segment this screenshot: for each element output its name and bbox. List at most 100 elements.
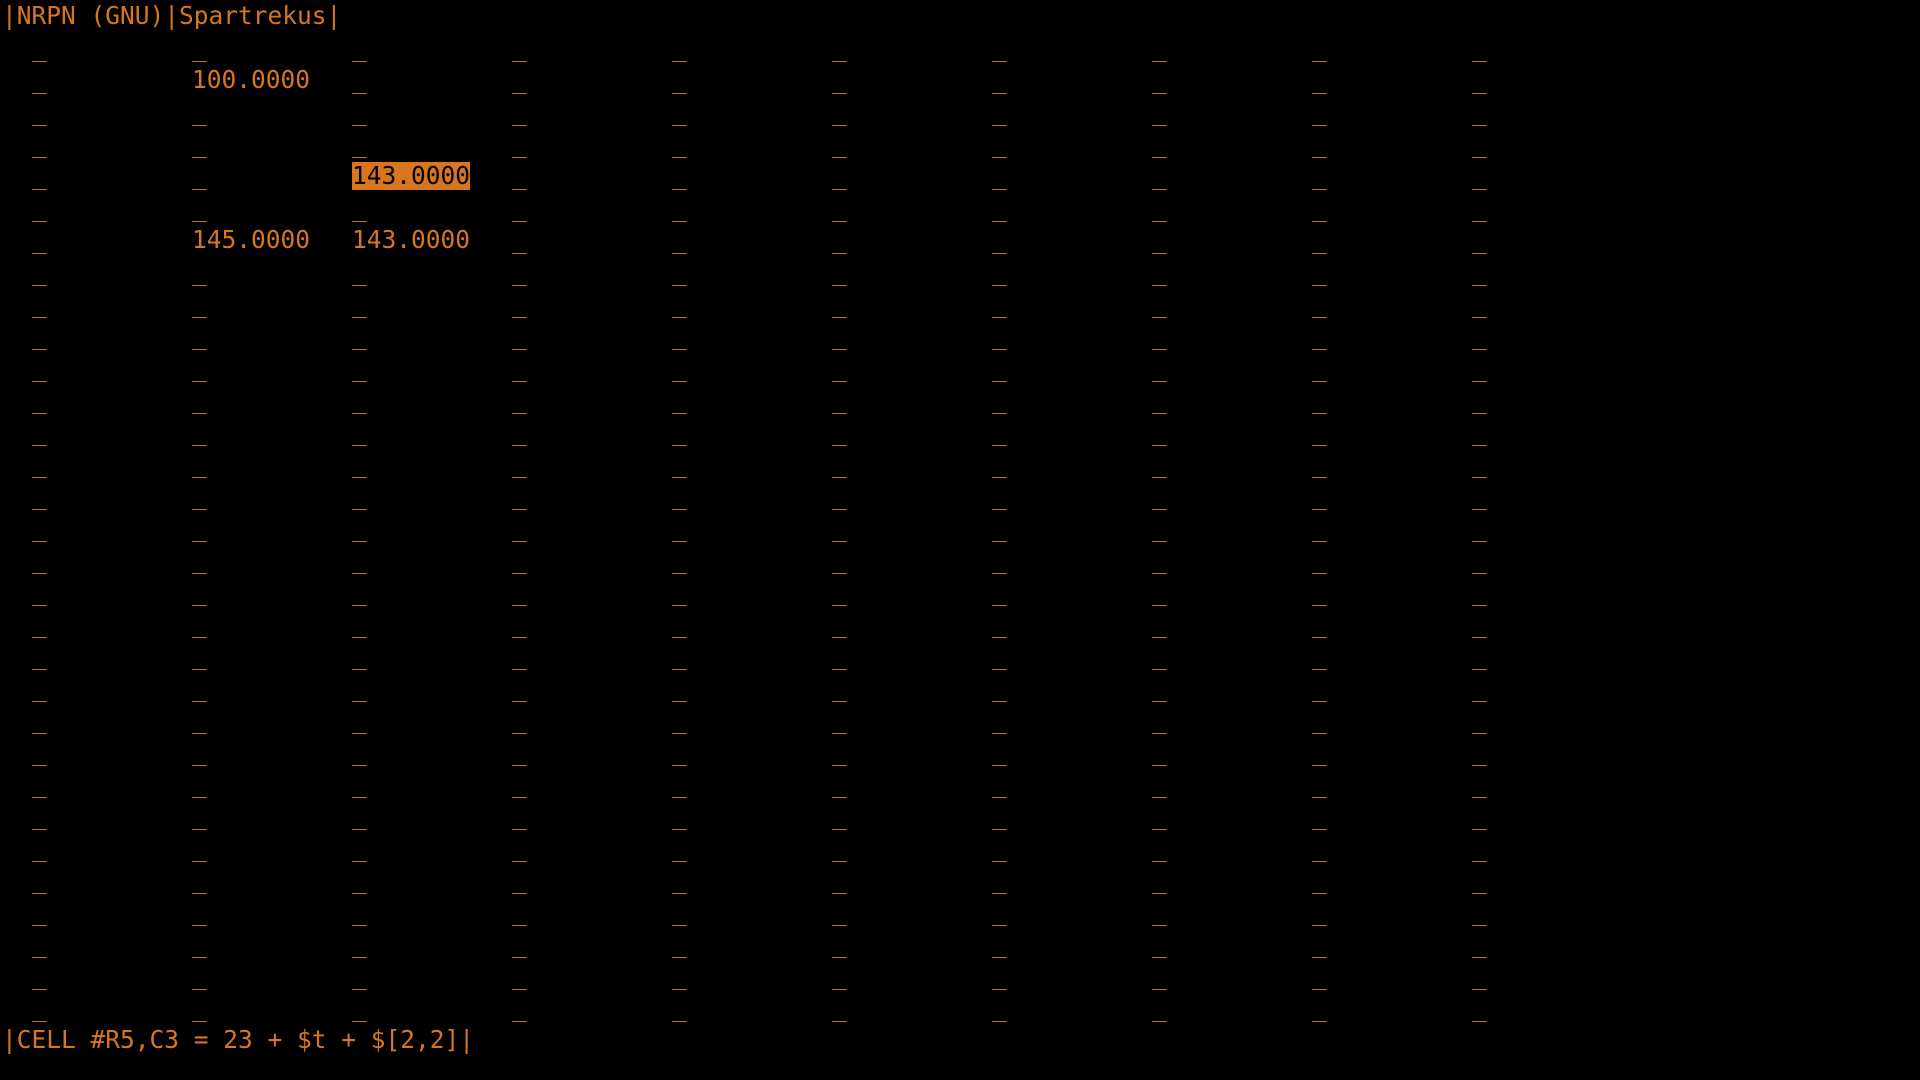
empty-cell[interactable]: _: [352, 736, 368, 768]
empty-cell[interactable]: _: [832, 768, 848, 800]
empty-cell[interactable]: _: [1152, 64, 1168, 96]
empty-cell[interactable]: _: [672, 928, 688, 960]
empty-cell[interactable]: _: [1152, 928, 1168, 960]
empty-cell[interactable]: _: [1312, 128, 1328, 160]
empty-cell[interactable]: _: [992, 32, 1008, 64]
empty-cell[interactable]: _: [832, 448, 848, 480]
empty-cell[interactable]: _: [512, 448, 528, 480]
empty-cell[interactable]: _: [832, 800, 848, 832]
sheet-cell-value[interactable]: 100.0000: [192, 66, 310, 94]
empty-cell[interactable]: _: [832, 224, 848, 256]
empty-cell[interactable]: _: [32, 896, 48, 928]
empty-cell[interactable]: _: [992, 416, 1008, 448]
empty-cell[interactable]: _: [832, 576, 848, 608]
empty-cell[interactable]: _: [352, 640, 368, 672]
empty-cell[interactable]: _: [32, 288, 48, 320]
empty-cell[interactable]: _: [1152, 544, 1168, 576]
empty-cell[interactable]: _: [32, 448, 48, 480]
empty-cell[interactable]: _: [832, 704, 848, 736]
empty-cell[interactable]: _: [192, 448, 208, 480]
empty-cell[interactable]: _: [1472, 512, 1488, 544]
empty-cell[interactable]: _: [352, 352, 368, 384]
empty-cell[interactable]: _: [1312, 192, 1328, 224]
empty-cell[interactable]: _: [1152, 960, 1168, 992]
empty-cell[interactable]: _: [1152, 576, 1168, 608]
empty-cell[interactable]: _: [672, 992, 688, 1024]
empty-cell[interactable]: _: [192, 960, 208, 992]
empty-cell[interactable]: _: [192, 928, 208, 960]
empty-cell[interactable]: _: [832, 960, 848, 992]
empty-cell[interactable]: _: [352, 608, 368, 640]
empty-cell[interactable]: _: [512, 384, 528, 416]
empty-cell[interactable]: _: [1152, 704, 1168, 736]
empty-cell[interactable]: _: [352, 288, 368, 320]
empty-cell[interactable]: _: [192, 96, 208, 128]
empty-cell[interactable]: _: [192, 384, 208, 416]
empty-cell[interactable]: _: [512, 800, 528, 832]
empty-cell[interactable]: _: [672, 480, 688, 512]
empty-cell[interactable]: _: [992, 704, 1008, 736]
empty-cell[interactable]: _: [1472, 256, 1488, 288]
empty-cell[interactable]: _: [992, 928, 1008, 960]
empty-cell[interactable]: _: [512, 320, 528, 352]
empty-cell[interactable]: _: [512, 608, 528, 640]
empty-cell[interactable]: _: [832, 864, 848, 896]
empty-cell[interactable]: _: [192, 416, 208, 448]
empty-cell[interactable]: _: [1472, 448, 1488, 480]
empty-cell[interactable]: _: [832, 32, 848, 64]
empty-cell[interactable]: _: [192, 992, 208, 1024]
empty-cell[interactable]: _: [1152, 512, 1168, 544]
empty-cell[interactable]: _: [672, 288, 688, 320]
empty-cell[interactable]: _: [32, 352, 48, 384]
empty-cell[interactable]: _: [1312, 896, 1328, 928]
empty-cell[interactable]: _: [992, 160, 1008, 192]
empty-cell[interactable]: _: [992, 736, 1008, 768]
empty-cell[interactable]: _: [512, 896, 528, 928]
empty-cell[interactable]: _: [1472, 384, 1488, 416]
empty-cell[interactable]: _: [32, 864, 48, 896]
empty-cell[interactable]: _: [1312, 224, 1328, 256]
empty-cell[interactable]: _: [352, 32, 368, 64]
empty-cell[interactable]: _: [1312, 96, 1328, 128]
empty-cell[interactable]: _: [992, 608, 1008, 640]
empty-cell[interactable]: _: [992, 384, 1008, 416]
empty-cell[interactable]: _: [992, 640, 1008, 672]
empty-cell[interactable]: _: [192, 32, 208, 64]
empty-cell[interactable]: _: [352, 480, 368, 512]
empty-cell[interactable]: _: [1472, 992, 1488, 1024]
empty-cell[interactable]: _: [32, 608, 48, 640]
empty-cell[interactable]: _: [32, 96, 48, 128]
empty-cell[interactable]: _: [512, 416, 528, 448]
empty-cell[interactable]: _: [1152, 352, 1168, 384]
empty-cell[interactable]: _: [32, 320, 48, 352]
empty-cell[interactable]: _: [32, 256, 48, 288]
empty-cell[interactable]: _: [352, 448, 368, 480]
empty-cell[interactable]: _: [192, 544, 208, 576]
empty-cell[interactable]: _: [192, 160, 208, 192]
empty-cell[interactable]: _: [992, 832, 1008, 864]
empty-cell[interactable]: _: [32, 192, 48, 224]
empty-cell[interactable]: _: [1152, 864, 1168, 896]
empty-cell[interactable]: _: [1152, 288, 1168, 320]
empty-cell[interactable]: _: [1472, 608, 1488, 640]
empty-cell[interactable]: _: [1312, 640, 1328, 672]
empty-cell[interactable]: _: [352, 512, 368, 544]
empty-cell[interactable]: _: [1312, 256, 1328, 288]
empty-cell[interactable]: _: [352, 864, 368, 896]
empty-cell[interactable]: _: [1152, 160, 1168, 192]
empty-cell[interactable]: _: [352, 320, 368, 352]
empty-cell[interactable]: _: [992, 960, 1008, 992]
empty-cell[interactable]: _: [192, 608, 208, 640]
empty-cell[interactable]: _: [1472, 896, 1488, 928]
empty-cell[interactable]: _: [1152, 32, 1168, 64]
empty-cell[interactable]: _: [192, 128, 208, 160]
empty-cell[interactable]: _: [512, 32, 528, 64]
empty-cell[interactable]: _: [672, 32, 688, 64]
empty-cell[interactable]: _: [992, 768, 1008, 800]
empty-cell[interactable]: _: [1472, 288, 1488, 320]
sheet-cell-value[interactable]: 145.0000: [192, 226, 310, 254]
empty-cell[interactable]: _: [672, 352, 688, 384]
empty-cell[interactable]: _: [192, 768, 208, 800]
empty-cell[interactable]: _: [992, 288, 1008, 320]
empty-cell[interactable]: _: [832, 288, 848, 320]
